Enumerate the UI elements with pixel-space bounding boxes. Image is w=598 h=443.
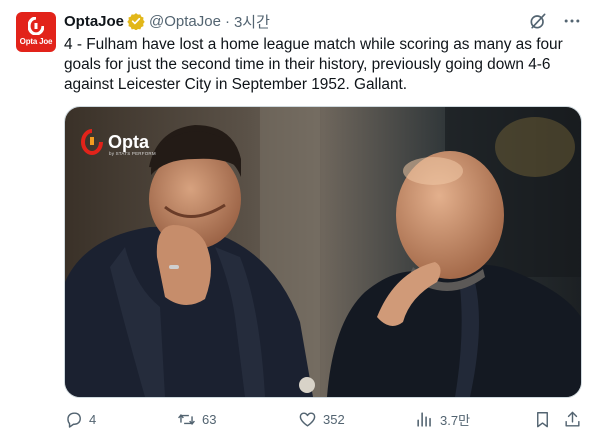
verified-badge-icon[interactable] (127, 12, 145, 30)
tweet-header: OptaJoe @OptaJoe · 3시간 (64, 11, 270, 31)
tweet-media[interactable]: Opta by STATS PERFORM (64, 106, 582, 398)
opta-mark-icon (81, 129, 103, 155)
like-button[interactable]: 352 (298, 410, 345, 429)
display-name[interactable]: OptaJoe (64, 13, 124, 30)
share-button[interactable] (563, 410, 582, 429)
bookmark-icon (537, 412, 548, 428)
repost-count: 63 (202, 412, 217, 427)
share-icon (565, 411, 580, 427)
tweet-text: 4 - Fulham have lost a home league match… (64, 36, 568, 93)
handle[interactable]: @OptaJoe (149, 13, 221, 30)
views-icon (417, 412, 431, 427)
watermark-subtitle: by STATS PERFORM (109, 151, 156, 156)
views-count: 3.7만 (440, 413, 471, 428)
timestamp[interactable]: 3시간 (234, 11, 270, 32)
avatar-logo-text: Opta Joe (19, 37, 53, 46)
grok-icon[interactable] (528, 11, 548, 31)
action-bar: 4 63 352 3.7만 (64, 410, 582, 430)
like-count: 352 (323, 412, 345, 427)
repost-icon (178, 414, 195, 425)
watermark-title: Opta (108, 132, 150, 152)
header-separator: · (224, 12, 230, 30)
reply-count: 4 (89, 412, 97, 427)
more-icon[interactable] (562, 11, 582, 31)
header-actions (528, 11, 582, 31)
opta-watermark: Opta by STATS PERFORM (81, 129, 156, 156)
avatar[interactable]: Opta Joe (16, 12, 56, 52)
repost-button[interactable]: 63 (177, 410, 216, 429)
views-button[interactable]: 3.7만 (415, 410, 470, 429)
opta-logo-icon (28, 17, 44, 35)
like-icon (299, 412, 316, 427)
bookmark-button[interactable] (533, 410, 552, 429)
tweet[interactable]: Opta Joe OptaJoe @OptaJoe · 3시간 4 - Fulh… (0, 0, 598, 443)
reply-button[interactable]: 4 (64, 410, 96, 429)
reply-icon (67, 412, 81, 428)
